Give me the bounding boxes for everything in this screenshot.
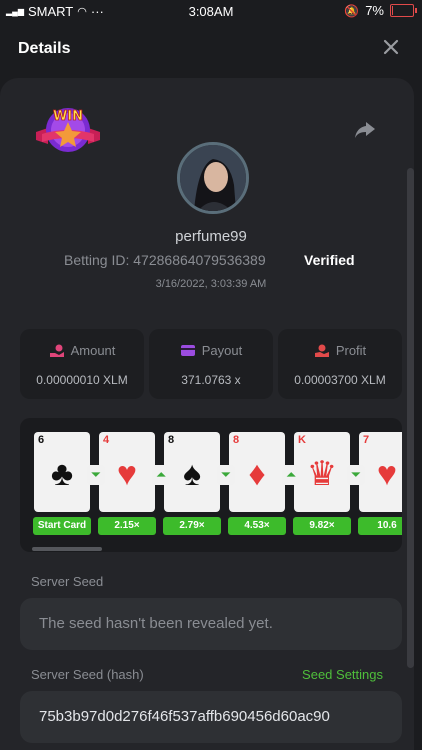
card-rank: 8 [233,434,240,446]
stat-payout: Payout 371.0763 x [149,329,273,399]
card-multiplier: 2.15× [98,517,156,535]
lower-arrow-icon: ⏷ [347,465,365,485]
playing-card: K ♛ [294,432,350,512]
lower-arrow-icon: ⏷ [217,465,235,485]
stat-payout-label: Payout [201,343,243,358]
battery-icon [390,4,417,17]
close-icon[interactable] [378,34,404,60]
header: Details [0,22,422,78]
card-history-scrollbar[interactable] [32,547,102,551]
betting-id-value: 47286864079536389 [133,252,266,268]
wallet-icon [180,345,195,356]
status-right: 🔕 7% [344,3,417,18]
playing-card: 6 ♣ [34,432,90,512]
stat-amount: Amount 0.00000010 XLM [20,329,144,399]
card-rank: 4 [103,434,110,446]
higher-arrow-icon: ⏶ [152,465,170,485]
profit-icon [314,344,329,357]
card-suit-icon: ♣ [50,455,74,493]
playing-card: 8 ♠ [164,432,220,512]
stat-payout-label-row: Payout [149,343,273,358]
higher-arrow-icon: ⏶ [282,465,300,485]
share-icon[interactable] [354,120,376,140]
stat-amount-label: Amount [70,343,116,358]
vertical-scrollbar[interactable] [407,168,414,668]
page-title: Details [18,40,71,57]
card-suit-icon: ♛ [306,455,338,493]
card-multiplier: 4.53× [228,517,286,535]
card-multiplier: Start Card [33,517,91,535]
card-rank: 8 [168,434,175,446]
betting-id: Betting ID: 47286864079536389 [64,252,266,268]
server-seed-field[interactable]: The seed hasn't been revealed yet. [20,598,402,650]
betting-id-label: Betting ID: [64,252,130,268]
stat-profit-value: 0.00003700 XLM [294,373,386,387]
card-suit-icon: ♥ [116,455,138,493]
lower-arrow-icon: ⏷ [87,465,105,485]
server-seed-hash-field[interactable]: 75b3b97d0d276f46f537affb690456d60ac90 [20,691,402,743]
playing-card: 7 ♥ [359,432,402,512]
stat-profit-label-row: Profit [278,343,402,358]
card-suit-icon: ♠ [182,455,202,493]
seed-settings-link[interactable]: Seed Settings [302,667,383,682]
win-badge-text: WIN [53,109,83,124]
username: perfume99 [175,228,247,245]
card-history[interactable]: 6 ♣ Start Card 4 ♥ 2.15× ⏷ 8 ♠ 2.79× ⏶ 8 ♦ 4.53× ⏷ K ♛ 9.… [20,418,402,552]
verified-label: Verified [304,252,355,268]
card-rank: 7 [363,434,370,446]
stat-profit: Profit 0.00003700 XLM [278,329,402,399]
card-rank: 6 [38,434,45,446]
card-rank: K [298,434,306,446]
card-multiplier: 2.79× [163,517,221,535]
stat-amount-value: 0.00000010 XLM [36,373,128,387]
status-bar: ▂▄▆ SMART ◠ ··· 3:08AM 🔕 7% [0,0,422,22]
stat-amount-label-row: Amount [20,343,144,358]
battery-percent: 7% [365,3,384,18]
card-multiplier: 9.82× [293,517,351,535]
hand-coin-icon [49,344,64,357]
avatar [177,142,249,214]
details-panel: WIN perfume99 Betting ID: 47286864079536… [0,78,414,750]
card-suit-icon: ♥ [376,455,398,493]
playing-card: 4 ♥ [99,432,155,512]
stat-profit-label: Profit [335,343,367,358]
battery-fill [392,6,393,15]
server-seed-hash-label: Server Seed (hash) [31,667,144,682]
bet-date: 3/16/2022, 3:03:39 AM [155,278,267,290]
card-suit-icon: ♦ [248,455,266,493]
stat-payout-value: 371.0763 x [181,373,241,387]
server-seed-label: Server Seed [31,574,104,589]
mute-icon: 🔕 [344,3,360,18]
card-multiplier: 10.6 [358,517,402,535]
playing-card: 8 ♦ [229,432,285,512]
win-badge-icon: WIN [34,104,102,154]
